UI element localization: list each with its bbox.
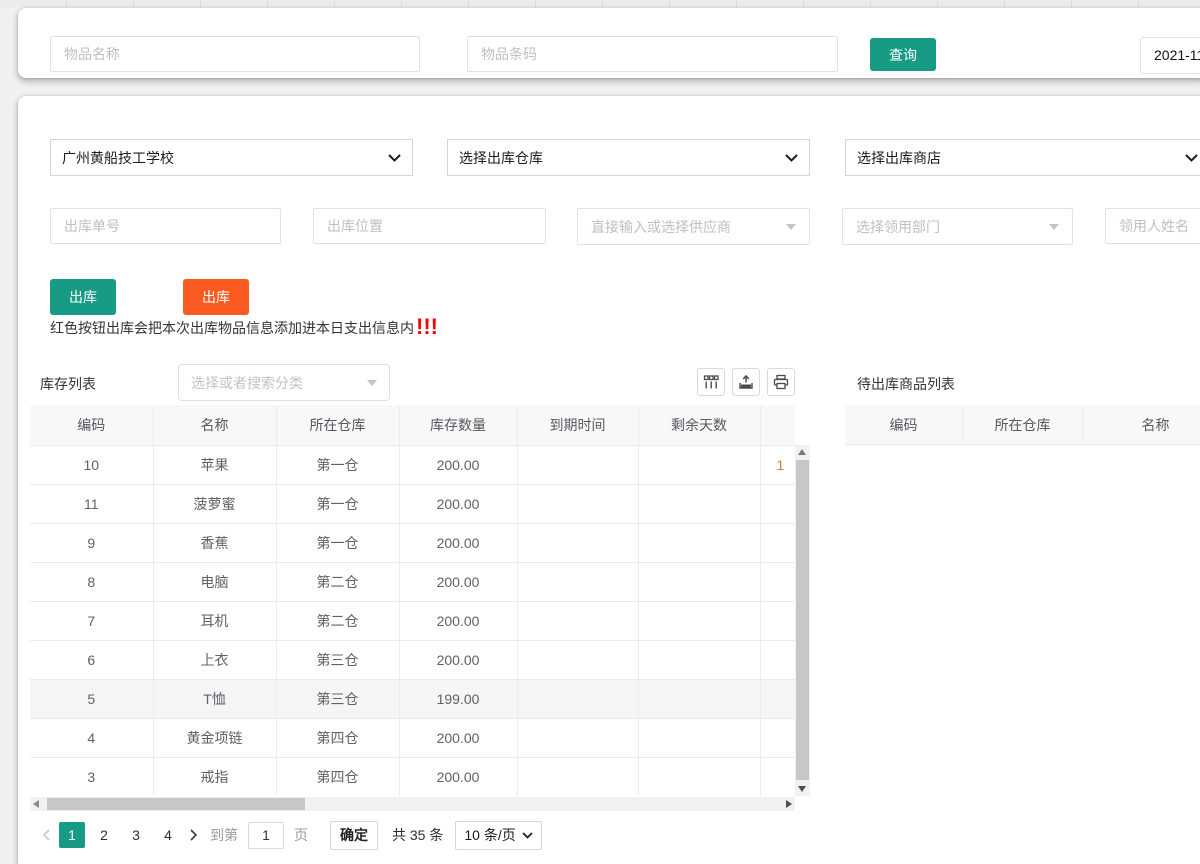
custom-columns-icon — [703, 374, 719, 390]
table-row[interactable]: 8 电脑 第二仓 200.00 — [30, 562, 795, 601]
pagination: 1 2 3 4 到第 页 确定 共 35 条 10 条/页 — [36, 815, 810, 855]
inventory-header-row: 编码 名称 所在仓库 库存数量 到期时间 剩余天数 条码 — [30, 405, 795, 445]
search-panel: 查询 2021-11 — [18, 8, 1200, 78]
table-row[interactable]: 6 上衣 第三仓 200.00 — [30, 640, 795, 679]
recipient-name-input[interactable] — [1105, 208, 1200, 244]
outbound-location-input[interactable] — [313, 208, 546, 244]
pending-col-warehouse: 所在仓库 — [963, 405, 1083, 444]
print-button[interactable] — [767, 368, 795, 396]
category-select-placeholder: 选择或者搜索分类 — [191, 373, 303, 393]
confirm-button[interactable]: 确定 — [330, 821, 378, 850]
caret-down-icon — [786, 224, 796, 235]
notice-exclamations: !!! — [416, 318, 438, 336]
chevron-down-icon — [522, 832, 533, 839]
scroll-right-icon[interactable] — [786, 800, 792, 808]
scroll-down-icon[interactable] — [798, 786, 806, 792]
col-qty: 库存数量 — [399, 405, 517, 445]
custom-columns-button[interactable] — [697, 368, 725, 396]
outbound-button-red[interactable]: 出库 — [183, 279, 249, 315]
table-row[interactable]: 9 香蕉 第一仓 200.00 — [30, 523, 795, 562]
school-select-value: 广州黄船技工学校 — [62, 148, 174, 168]
col-extra: 条码 — [760, 405, 795, 445]
table-row[interactable]: 3 戒指 第四仓 200.00 — [30, 757, 795, 796]
pending-list-title: 待出库商品列表 — [857, 374, 955, 394]
pending-col-name: 名称 — [1083, 405, 1200, 444]
vertical-scrollbar-thumb[interactable] — [796, 460, 809, 780]
print-icon — [773, 374, 789, 390]
prev-page-button[interactable] — [36, 829, 56, 841]
inventory-table: 编码 名称 所在仓库 库存数量 到期时间 剩余天数 条码 10 苹果 第一仓 2 — [30, 405, 795, 796]
item-name-input[interactable] — [50, 36, 420, 72]
chevron-down-icon — [785, 154, 798, 162]
pending-header-row: 编码 所在仓库 名称 — [845, 405, 1200, 445]
table-row[interactable]: 11 菠萝蜜 第一仓 200.00 — [30, 484, 795, 523]
inventory-table-wrap: 编码 名称 所在仓库 库存数量 到期时间 剩余天数 条码 10 苹果 第一仓 2 — [30, 405, 795, 796]
item-barcode-input[interactable] — [467, 36, 838, 72]
col-name: 名称 — [153, 405, 276, 445]
col-code: 编码 — [30, 405, 153, 445]
col-warehouse: 所在仓库 — [276, 405, 399, 445]
scroll-left-icon[interactable] — [33, 800, 39, 808]
inventory-toolbar: 库存列表 选择或者搜索分类 — [30, 360, 810, 405]
page-button-2[interactable]: 2 — [91, 822, 117, 848]
chevron-left-icon — [42, 829, 50, 841]
inventory-section: 库存列表 选择或者搜索分类 — [30, 360, 810, 860]
table-row[interactable]: 4 黄金项链 第四仓 200.00 — [30, 718, 795, 757]
horizontal-scrollbar[interactable] — [30, 797, 795, 811]
next-page-button[interactable] — [184, 829, 204, 841]
page-size-select[interactable]: 10 条/页 — [455, 821, 541, 850]
outbound-order-no-input[interactable] — [50, 208, 281, 244]
department-select[interactable]: 选择领用部门 — [842, 208, 1073, 245]
pending-col-code: 编码 — [845, 405, 963, 444]
page-button-3[interactable]: 3 — [123, 822, 149, 848]
outbound-store-select-value: 选择出库商店 — [857, 148, 941, 168]
pending-list-section: 待出库商品列表 编码 所在仓库 名称 — [845, 360, 1200, 860]
col-days: 剩余天数 — [638, 405, 760, 445]
supplier-select[interactable]: 直接输入或选择供应商 — [577, 208, 810, 245]
outbound-store-select[interactable]: 选择出库商店 — [845, 139, 1200, 176]
school-select[interactable]: 广州黄船技工学校 — [50, 139, 413, 176]
table-row[interactable]: 10 苹果 第一仓 200.00 1 — [30, 445, 795, 484]
page-button-1[interactable]: 1 — [59, 822, 85, 848]
table-row-highlighted[interactable]: 5 T恤 第三仓 199.00 — [30, 679, 795, 718]
jump-page-input[interactable] — [248, 822, 284, 849]
caret-down-icon — [367, 380, 377, 391]
chevron-down-icon — [388, 154, 401, 162]
supplier-select-placeholder: 直接输入或选择供应商 — [591, 217, 731, 237]
export-icon — [738, 374, 754, 390]
table-row[interactable]: 7 耳机 第二仓 200.00 — [30, 601, 795, 640]
inventory-title: 库存列表 — [40, 374, 96, 394]
outbound-warehouse-select-value: 选择出库仓库 — [459, 148, 543, 168]
jump-prefix-label: 到第 — [210, 825, 238, 845]
col-expire: 到期时间 — [517, 405, 638, 445]
department-select-placeholder: 选择领用部门 — [856, 217, 940, 237]
page-button-4[interactable]: 4 — [155, 822, 181, 848]
caret-down-icon — [1049, 224, 1059, 235]
background-table-strip — [0, 0, 1200, 7]
total-count-label: 共 35 条 — [392, 825, 443, 845]
outbound-button-green[interactable]: 出库 — [50, 279, 116, 315]
outbound-warehouse-select[interactable]: 选择出库仓库 — [447, 139, 810, 176]
scroll-up-icon[interactable] — [798, 449, 806, 455]
category-select[interactable]: 选择或者搜索分类 — [178, 364, 390, 401]
red-button-notice: 红色按钮出库会把本次出库物品信息添加进本日支出信息内 !!! — [50, 318, 438, 338]
chevron-right-icon — [190, 829, 198, 841]
notice-text: 红色按钮出库会把本次出库物品信息添加进本日支出信息内 — [50, 318, 414, 338]
page-size-value: 10 条/页 — [464, 825, 515, 845]
query-button[interactable]: 查询 — [870, 38, 936, 71]
horizontal-scrollbar-thumb[interactable] — [47, 798, 305, 810]
outbound-panel: 广州黄船技工学校 选择出库仓库 选择出库商店 直接输入或选择供应商 选择领用部门… — [18, 96, 1200, 864]
jump-suffix-label: 页 — [294, 825, 308, 845]
export-button[interactable] — [732, 368, 760, 396]
vertical-scrollbar[interactable] — [795, 445, 810, 796]
chevron-down-icon — [1185, 154, 1198, 162]
date-input[interactable]: 2021-11 — [1140, 37, 1200, 74]
